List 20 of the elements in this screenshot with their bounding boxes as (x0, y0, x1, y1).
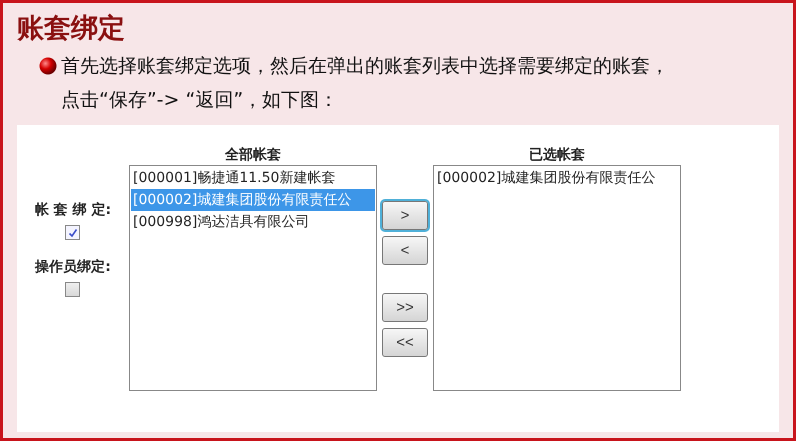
checkbox[interactable] (65, 282, 80, 297)
instruction-text: 点击“保存”-> “返回”，如下图： (61, 88, 338, 113)
bullet-icon (39, 57, 57, 75)
list-item[interactable]: [000001]畅捷通11.50新建帐套 (131, 167, 375, 189)
check-icon (68, 228, 78, 238)
list-item[interactable]: [000002]城建集团股份有限责任公 (435, 167, 679, 189)
instruction-text: 首先选择账套绑定选项，然后在弹出的账套列表中选择需要绑定的账套， (61, 54, 669, 79)
move-button[interactable]: > (382, 201, 428, 230)
option-label: 帐 套 绑 定: (34, 201, 112, 219)
move-button[interactable]: < (382, 236, 428, 265)
slide-title: 账套绑定 (17, 12, 126, 46)
list-heading: 已选帐套 (528, 146, 586, 165)
option-label: 操作员绑定: (35, 258, 111, 276)
move-button[interactable]: << (382, 328, 428, 357)
list-heading: 全部帐套 (224, 146, 282, 165)
selected-list[interactable]: [000002]城建集团股份有限责任公 (433, 165, 681, 391)
checkbox[interactable] (65, 225, 80, 240)
move-button[interactable]: >> (382, 293, 428, 322)
list-item[interactable]: [000998]鸿达洁具有限公司 (131, 211, 375, 233)
account-list[interactable]: [000001]畅捷通11.50新建帐套 [000002]城建集团股份有限责任公 [000998]鸿达洁具有限公司 (129, 165, 377, 391)
